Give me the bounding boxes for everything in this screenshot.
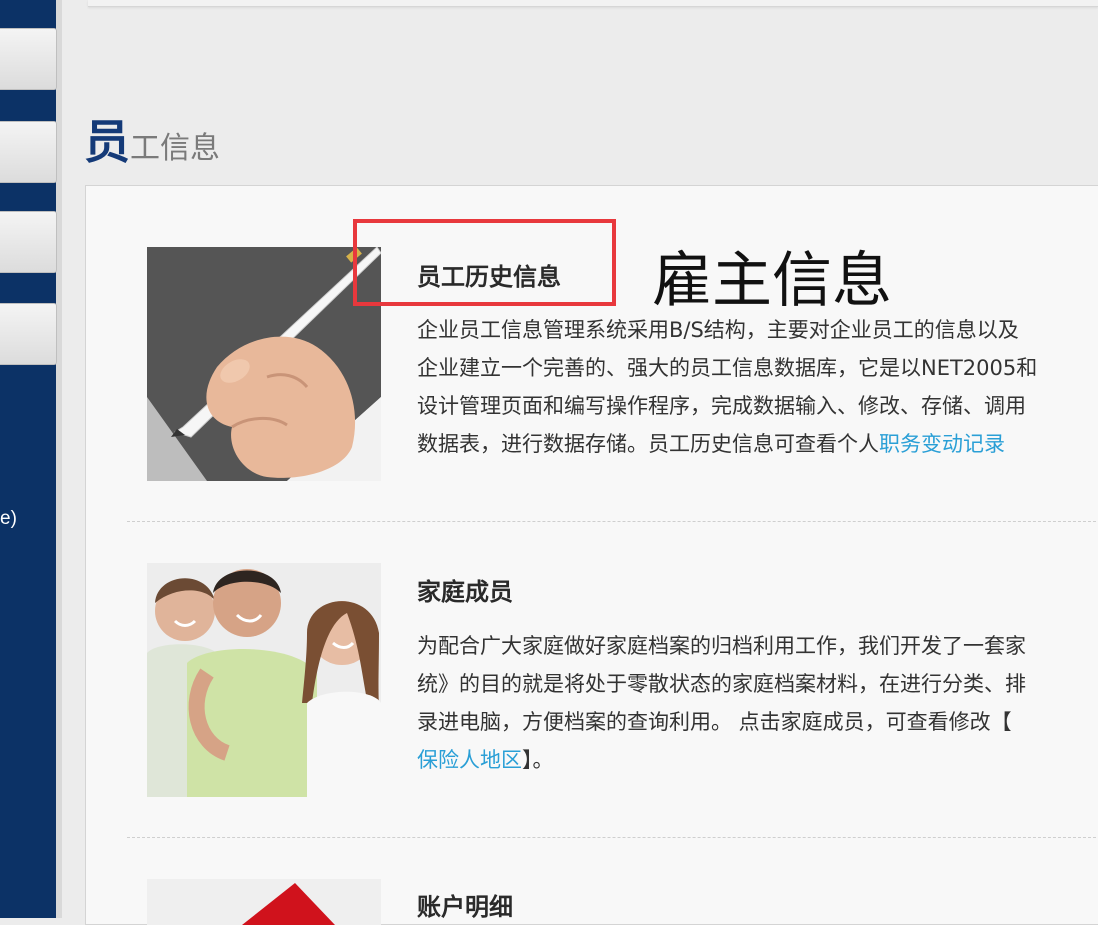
highlight-box bbox=[353, 219, 616, 306]
top-panel-edge bbox=[88, 0, 1098, 7]
page-title-rest: 工信息 bbox=[130, 131, 220, 166]
item-title-family-members[interactable]: 家庭成员 bbox=[417, 572, 513, 607]
desc-line: 录进电脑，方便档案的查询利用。 点击家庭成员，可查看修改【 bbox=[417, 710, 1012, 734]
desc-line-with-link: 保险人地区】。 bbox=[417, 741, 1098, 779]
desc-tail: 】。 bbox=[522, 748, 554, 772]
desc-line: 为配合广大家庭做好家庭档案的归档利用工作，我们开发了一套家 bbox=[417, 634, 1026, 658]
pen-hand-image bbox=[147, 247, 381, 481]
divider bbox=[127, 521, 1098, 522]
job-change-record-link[interactable]: 职务变动记录 bbox=[879, 432, 1005, 456]
item-desc-employee-history: 企业员工信息管理系统采用B/S结构，主要对企业员工的信息以及 企业建立一个完善的… bbox=[417, 311, 1098, 463]
item-title-account-details[interactable]: 账户明细 bbox=[417, 887, 513, 922]
left-sidebar: e) bbox=[0, 0, 62, 918]
family-photo-image bbox=[147, 563, 381, 797]
desc-line: 设计管理页面和编写操作程序，完成数据输入、修改、存储、调用 bbox=[417, 394, 1026, 418]
sidebar-text-fragment: e) bbox=[0, 508, 17, 529]
desc-line: 数据表，进行数据存储。员工历史信息可查看个人 bbox=[417, 432, 879, 456]
desc-line-with-link: 数据表，进行数据存储。员工历史信息可查看个人职务变动记录 bbox=[417, 425, 1098, 463]
sidebar-button-2[interactable] bbox=[0, 121, 57, 183]
sidebar-button-4[interactable] bbox=[0, 303, 57, 365]
sidebar-button-1[interactable] bbox=[0, 28, 57, 90]
sidebar-button-3[interactable] bbox=[0, 211, 57, 273]
item-desc-family-members: 为配合广大家庭做好家庭档案的归档利用工作，我们开发了一套家 统》的目的就是将处于… bbox=[417, 627, 1098, 779]
divider bbox=[127, 837, 1098, 838]
page-title-initial: 员 bbox=[84, 115, 130, 169]
page-title: 员工信息 bbox=[84, 106, 220, 172]
desc-line: 统》的目的就是将处于零散状态的家庭档案材料，在进行分类、排 bbox=[417, 672, 1026, 696]
insured-region-link[interactable]: 保险人地区 bbox=[417, 748, 522, 772]
account-image bbox=[147, 879, 381, 925]
desc-line: 企业建立一个完善的、强大的员工信息数据库，它是以NET2005和 bbox=[417, 356, 1038, 380]
annotation-employer-info: 雇主信息 bbox=[652, 246, 892, 316]
